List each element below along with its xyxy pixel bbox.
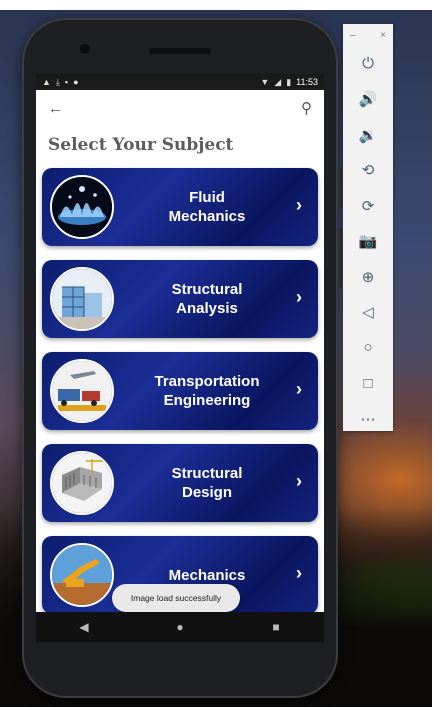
status-time: 11:53 [296,77,318,87]
volume-up-icon[interactable]: 🔊 [343,82,393,118]
subject-label: Fluid Mechanics [168,189,246,225]
camera-icon[interactable]: 📷 [343,224,393,260]
nav-home-icon[interactable]: ● [165,620,195,634]
more-icon[interactable]: ⋯ [343,401,393,437]
overview-icon[interactable]: □ [343,366,393,402]
nav-recents-icon[interactable]: ■ [261,620,291,634]
wifi-icon: ▼ [260,76,270,87]
chevron-right-icon: › [296,563,302,583]
power-icon[interactable]: ⏻ [343,46,393,82]
search-icon[interactable]: ⚲ [301,99,312,117]
subject-card-structural-design[interactable]: Structural Design › [42,444,318,522]
subject-card-fluid-mechanics[interactable]: Fluid Mechanics › [42,168,318,246]
subject-card-structural-analysis[interactable]: Structural Analysis › [42,260,318,338]
emulator-window-controls: – × [343,24,393,46]
toast-message: Image load successfully [112,584,240,612]
zoom-icon[interactable]: ⊕ [343,259,393,295]
subject-list: Fluid Mechanics › Structural Analysis › … [36,168,324,614]
transport-vehicles-image [50,359,114,423]
download-icon: ⤓ [55,76,60,87]
sd-card-icon: ▪ [64,76,69,87]
top-margin [0,0,440,10]
notification-dot-icon: ● [73,76,79,87]
right-margin [432,0,440,707]
phone-frame: ▲ ⤓ ▪ ● ▼ ◢ ▮ 11:53 ← ⚲ Select Your Subj… [22,18,342,698]
subject-label: Mechanics [168,566,246,584]
minimize-button[interactable]: – [350,30,356,41]
building-frame-image [50,267,114,331]
front-camera [80,44,90,54]
power-button[interactable] [338,228,342,288]
earpiece-speaker [149,48,211,54]
android-nav-bar: ◀ ● ■ [36,612,324,642]
emulator-toolbar: – × ⏻ 🔊 🔉 ⟲ ⟳ 📷 ⊕ ◁ ○ □ ⋯ [343,24,393,431]
subject-label: Structural Design [171,465,243,501]
status-bar: ▲ ⤓ ▪ ● ▼ ◢ ▮ 11:53 [36,74,324,90]
chevron-right-icon: › [296,195,302,215]
water-splash-image [50,175,114,239]
subject-card-transportation-engineering[interactable]: Transportation Engineering › [42,352,318,430]
subject-label: Structural Analysis [171,281,243,317]
chevron-right-icon: › [296,379,302,399]
warning-icon: ▲ [42,76,51,87]
home-icon[interactable]: ○ [343,330,393,366]
signal-icon: ◢ [274,76,282,87]
close-button[interactable]: × [380,30,386,41]
back-arrow-icon[interactable]: ← [48,100,63,117]
app-bar: ← ⚲ [36,90,324,126]
excavator-image [50,543,114,607]
subject-label: Transportation Engineering [154,373,260,409]
rotate-right-icon[interactable]: ⟳ [343,188,393,224]
chevron-right-icon: › [296,287,302,307]
volume-button[interactable] [338,168,342,208]
building-model-image [50,451,114,515]
back-icon[interactable]: ◁ [343,295,393,331]
page-title: Select Your Subject [48,135,234,155]
chevron-right-icon: › [296,471,302,491]
rotate-left-icon[interactable]: ⟲ [343,153,393,189]
battery-icon: ▮ [286,76,292,87]
nav-back-icon[interactable]: ◀ [69,620,99,634]
volume-down-icon[interactable]: 🔉 [343,117,393,153]
phone-screen: ▲ ⤓ ▪ ● ▼ ◢ ▮ 11:53 ← ⚲ Select Your Subj… [36,74,324,630]
